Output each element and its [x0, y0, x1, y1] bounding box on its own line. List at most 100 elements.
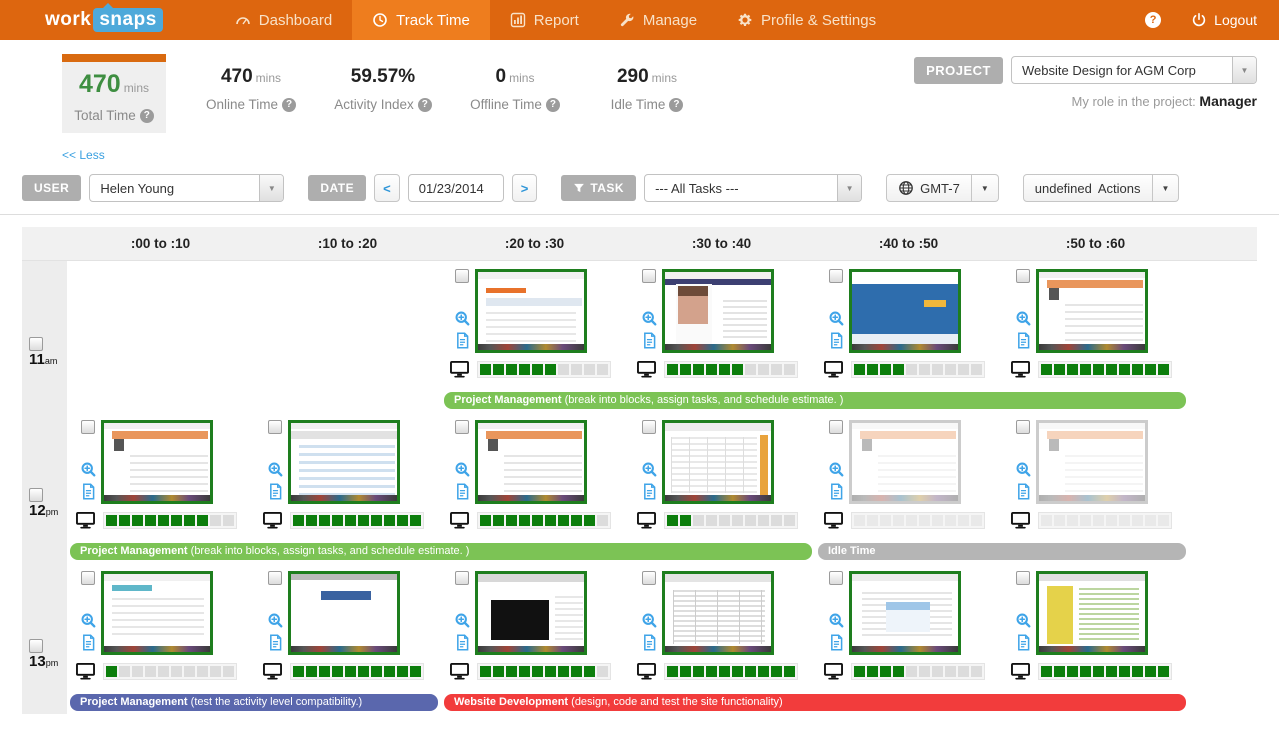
- note-icon[interactable]: [641, 634, 658, 651]
- note-icon[interactable]: [80, 634, 97, 651]
- screenshot-checkbox[interactable]: [829, 269, 843, 283]
- screenshot-checkbox[interactable]: [642, 571, 656, 585]
- hour-checkbox[interactable]: [29, 639, 43, 653]
- screenshot-thumbnail[interactable]: [662, 269, 774, 353]
- note-icon[interactable]: [454, 332, 471, 349]
- zoom-icon[interactable]: [641, 310, 658, 327]
- timezone-caret-button[interactable]: ▼: [971, 174, 999, 202]
- screenshot-thumbnail[interactable]: [849, 269, 961, 353]
- screenshot-thumbnail[interactable]: [288, 420, 400, 504]
- zoom-icon[interactable]: [454, 310, 471, 327]
- cell-icons: [449, 571, 475, 655]
- help-icon[interactable]: ?: [545, 98, 560, 113]
- note-icon[interactable]: [828, 483, 845, 500]
- task-select[interactable]: --- All Tasks --- ▼: [644, 174, 863, 202]
- note-icon[interactable]: [1015, 332, 1032, 349]
- screenshot-checkbox[interactable]: [829, 571, 843, 585]
- screenshot-thumbnail[interactable]: [849, 571, 961, 655]
- hour-checkbox[interactable]: [29, 488, 43, 502]
- screenshot-checkbox[interactable]: [642, 269, 656, 283]
- zoom-icon[interactable]: [80, 461, 97, 478]
- task-bar[interactable]: Project Management (break into blocks, a…: [443, 392, 1186, 409]
- task-bar[interactable]: Project Management (break into blocks, a…: [70, 543, 812, 560]
- zoom-icon[interactable]: [828, 310, 845, 327]
- screenshot-thumbnail[interactable]: [1036, 269, 1148, 353]
- nav-item-dashboard[interactable]: Dashboard: [215, 0, 352, 40]
- zoom-icon[interactable]: [641, 461, 658, 478]
- note-icon[interactable]: [1015, 483, 1032, 500]
- screenshot-checkbox[interactable]: [455, 269, 469, 283]
- help-icon[interactable]: ?: [669, 98, 684, 113]
- screenshot-thumbnail[interactable]: [288, 571, 400, 655]
- note-icon[interactable]: [454, 634, 471, 651]
- nav-item-manage[interactable]: Manage: [599, 0, 717, 40]
- nav-item-report[interactable]: Report: [490, 0, 599, 40]
- nav-item-profile-settings[interactable]: Profile & Settings: [717, 0, 896, 40]
- screenshot-checkbox[interactable]: [1016, 269, 1030, 283]
- screenshot-thumbnail[interactable]: [662, 571, 774, 655]
- screenshot-checkbox[interactable]: [455, 571, 469, 585]
- zoom-icon[interactable]: [454, 461, 471, 478]
- prev-date-button[interactable]: <: [374, 174, 400, 202]
- note-icon[interactable]: [828, 332, 845, 349]
- screenshot-thumbnail[interactable]: [1036, 571, 1148, 655]
- note-icon[interactable]: [641, 332, 658, 349]
- timezone-button[interactable]: GMT-7: [886, 174, 972, 202]
- screenshot-thumbnail[interactable]: [475, 269, 587, 353]
- actions-caret-button[interactable]: ▼: [1152, 174, 1180, 202]
- screenshot-thumbnail[interactable]: [101, 420, 213, 504]
- zoom-icon[interactable]: [641, 612, 658, 629]
- worksnaps-logo[interactable]: work snaps: [45, 3, 163, 32]
- help-icon[interactable]: ?: [417, 98, 432, 113]
- zoom-icon[interactable]: [454, 612, 471, 629]
- help-icon[interactable]: ?: [139, 109, 154, 124]
- user-select[interactable]: Helen Young ▼: [89, 174, 285, 202]
- screenshot-thumbnail[interactable]: [1036, 420, 1148, 504]
- hour-checkbox[interactable]: [29, 337, 43, 351]
- zoom-icon[interactable]: [828, 612, 845, 629]
- screenshot-thumbnail[interactable]: [101, 571, 213, 655]
- date-input[interactable]: [407, 174, 504, 202]
- zoom-icon[interactable]: [828, 461, 845, 478]
- note-icon[interactable]: [267, 483, 284, 500]
- screenshot-thumbnail[interactable]: [662, 420, 774, 504]
- zoom-icon[interactable]: [267, 461, 284, 478]
- help-icon[interactable]: ?: [282, 98, 297, 113]
- screenshot-checkbox[interactable]: [268, 420, 282, 434]
- logout-button[interactable]: Logout: [1191, 12, 1257, 28]
- note-icon[interactable]: [454, 483, 471, 500]
- stat-label-text: Idle Time: [610, 97, 666, 112]
- screenshot-checkbox[interactable]: [81, 420, 95, 434]
- zoom-icon[interactable]: [1015, 310, 1032, 327]
- screenshot-checkbox[interactable]: [642, 420, 656, 434]
- note-icon[interactable]: [828, 634, 845, 651]
- screenshot-thumbnail[interactable]: [475, 571, 587, 655]
- screenshot-checkbox[interactable]: [1016, 571, 1030, 585]
- activity-segment: [558, 665, 569, 677]
- task-bar[interactable]: Website Development (design, code and te…: [443, 694, 1186, 711]
- zoom-icon[interactable]: [1015, 461, 1032, 478]
- project-select[interactable]: Website Design for AGM Corp ▼: [1011, 56, 1257, 84]
- note-icon[interactable]: [80, 483, 97, 500]
- actions-button[interactable]: undefined Actions: [1022, 174, 1153, 202]
- screenshot-checkbox[interactable]: [455, 420, 469, 434]
- screenshot-checkbox[interactable]: [268, 571, 282, 585]
- zoom-icon[interactable]: [267, 612, 284, 629]
- screenshot-thumbnail[interactable]: [849, 420, 961, 504]
- note-icon[interactable]: [641, 483, 658, 500]
- screenshot-checkbox[interactable]: [1016, 420, 1030, 434]
- screenshot-checkbox[interactable]: [81, 571, 95, 585]
- next-date-button[interactable]: >: [511, 174, 538, 202]
- zoom-icon[interactable]: [80, 612, 97, 629]
- less-link[interactable]: << Less: [62, 148, 105, 162]
- help-icon[interactable]: ?: [1145, 12, 1162, 28]
- note-icon[interactable]: [267, 634, 284, 651]
- task-bar[interactable]: Project Management (test the activity le…: [70, 694, 438, 711]
- task-bar[interactable]: Idle Time: [817, 543, 1186, 560]
- screenshot-thumbnail[interactable]: [475, 420, 587, 504]
- note-icon[interactable]: [1015, 634, 1032, 651]
- screenshot-checkbox[interactable]: [829, 420, 843, 434]
- stat-unit: mins: [651, 71, 678, 85]
- nav-item-track-time[interactable]: Track Time: [352, 0, 490, 40]
- zoom-icon[interactable]: [1015, 612, 1032, 629]
